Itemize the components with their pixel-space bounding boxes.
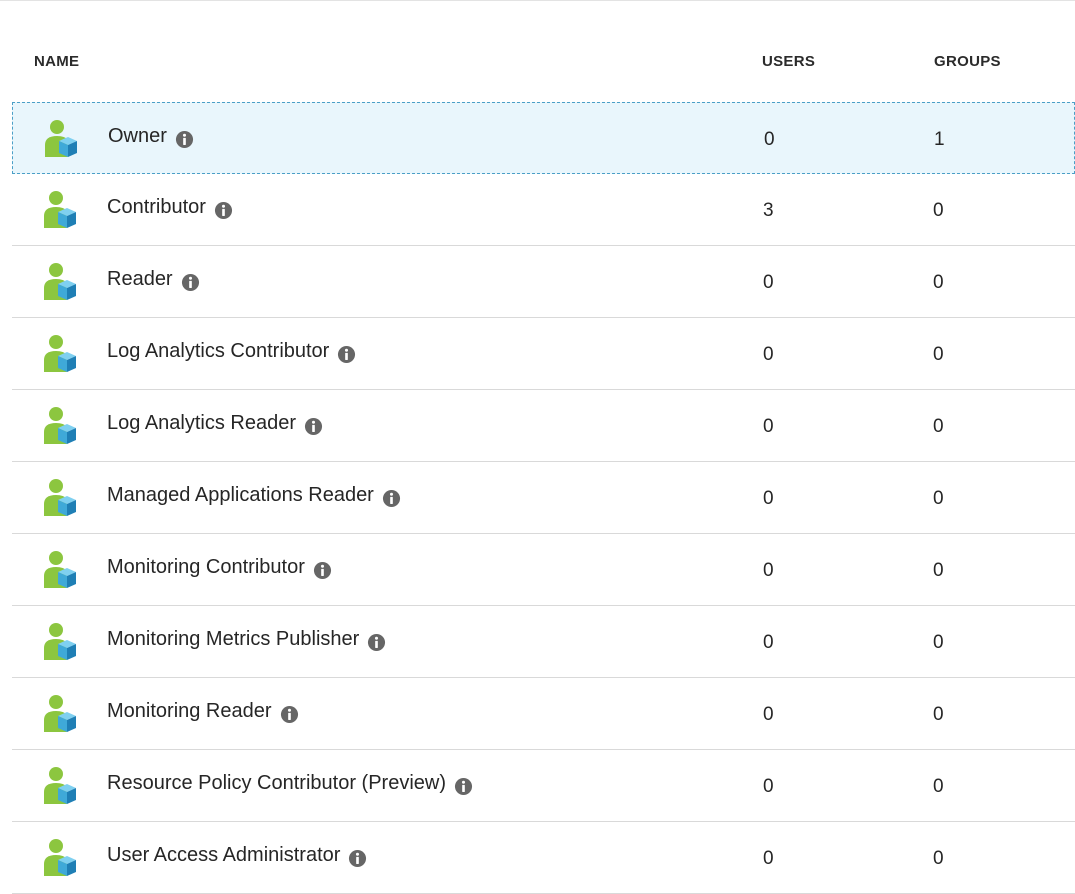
column-header-groups[interactable]: GROUPS: [934, 53, 1001, 70]
role-name: Monitoring Contributor: [107, 556, 305, 578]
role-user-cube-icon: [44, 839, 76, 876]
role-user-cube-icon: [44, 767, 76, 804]
role-user-cube-icon: [45, 120, 77, 157]
role-name-cell: Reader: [107, 268, 200, 292]
role-name-cell: Log Analytics Contributor: [107, 340, 356, 364]
role-user-cube-icon: [44, 191, 76, 228]
role-user-cube-icon: [44, 479, 76, 516]
users-count: 0: [763, 560, 774, 581]
column-header-users[interactable]: USERS: [762, 53, 815, 70]
users-count: 0: [764, 129, 775, 150]
groups-count: 1: [934, 129, 945, 150]
table-row[interactable]: Monitoring Contributor 0 0: [12, 534, 1075, 606]
groups-count: 0: [933, 632, 944, 653]
role-user-cube-icon: [44, 335, 76, 372]
users-count: 0: [763, 704, 774, 725]
role-name-cell: Contributor: [107, 196, 233, 220]
table-row[interactable]: Resource Policy Contributor (Preview) 0 …: [12, 750, 1075, 822]
groups-count: 0: [933, 776, 944, 797]
users-count: 0: [763, 848, 774, 869]
role-name: Log Analytics Reader: [107, 412, 297, 434]
role-user-cube-icon: [44, 407, 76, 444]
role-name-cell: User Access Administrator: [107, 844, 367, 868]
groups-count: 0: [933, 416, 944, 437]
role-name: Owner: [108, 125, 167, 147]
column-header-name[interactable]: NAME: [34, 53, 79, 70]
info-icon[interactable]: [181, 273, 200, 292]
table-row[interactable]: Owner 0 1: [12, 102, 1075, 174]
role-name-cell: Owner: [108, 125, 194, 149]
role-name: Managed Applications Reader: [107, 484, 374, 506]
info-icon[interactable]: [337, 345, 356, 364]
info-icon[interactable]: [367, 633, 386, 652]
info-icon[interactable]: [313, 561, 332, 580]
role-name: Resource Policy Contributor (Preview): [107, 772, 447, 794]
table-row[interactable]: Monitoring Reader 0 0: [12, 678, 1075, 750]
info-icon[interactable]: [280, 705, 299, 724]
users-count: 0: [763, 488, 774, 509]
role-user-cube-icon: [44, 623, 76, 660]
table-row[interactable]: Reader 0 0: [12, 246, 1075, 318]
groups-count: 0: [933, 848, 944, 869]
role-name-cell: Log Analytics Reader: [107, 412, 323, 436]
table-row[interactable]: Log Analytics Contributor 0 0: [12, 318, 1075, 390]
role-name-cell: Managed Applications Reader: [107, 484, 401, 508]
info-icon[interactable]: [175, 130, 194, 149]
table-body: Owner 0 1 Contributor 3 0 Reader 0 0 Log…: [12, 102, 1075, 894]
role-name: Monitoring Metrics Publisher: [107, 628, 360, 650]
groups-count: 0: [933, 488, 944, 509]
users-count: 0: [763, 632, 774, 653]
role-user-cube-icon: [44, 263, 76, 300]
top-divider: [0, 0, 1075, 1]
role-name-cell: Monitoring Metrics Publisher: [107, 628, 386, 652]
table-row[interactable]: User Access Administrator 0 0: [12, 822, 1075, 894]
users-count: 3: [763, 200, 774, 221]
groups-count: 0: [933, 344, 944, 365]
role-name-cell: Monitoring Reader: [107, 700, 299, 724]
table-header: NAME USERS GROUPS: [12, 36, 1075, 102]
role-name: Log Analytics Contributor: [107, 340, 330, 362]
role-name-cell: Resource Policy Contributor (Preview): [107, 772, 473, 796]
table-row[interactable]: Log Analytics Reader 0 0: [12, 390, 1075, 462]
users-count: 0: [763, 416, 774, 437]
table-row[interactable]: Monitoring Metrics Publisher 0 0: [12, 606, 1075, 678]
info-icon[interactable]: [348, 849, 367, 868]
table-row[interactable]: Contributor 3 0: [12, 174, 1075, 246]
info-icon[interactable]: [214, 201, 233, 220]
groups-count: 0: [933, 272, 944, 293]
info-icon[interactable]: [382, 489, 401, 508]
role-user-cube-icon: [44, 551, 76, 588]
role-name: User Access Administrator: [107, 844, 341, 866]
role-user-cube-icon: [44, 695, 76, 732]
info-icon[interactable]: [454, 777, 473, 796]
table-row[interactable]: Managed Applications Reader 0 0: [12, 462, 1075, 534]
users-count: 0: [763, 272, 774, 293]
roles-table: NAME USERS GROUPS Owner 0 1 Contributor …: [12, 36, 1075, 894]
groups-count: 0: [933, 200, 944, 221]
role-name: Reader: [107, 268, 173, 290]
role-name-cell: Monitoring Contributor: [107, 556, 332, 580]
info-icon[interactable]: [304, 417, 323, 436]
groups-count: 0: [933, 560, 944, 581]
users-count: 0: [763, 344, 774, 365]
role-name: Monitoring Reader: [107, 700, 272, 722]
groups-count: 0: [933, 704, 944, 725]
role-name: Contributor: [107, 196, 206, 218]
users-count: 0: [763, 776, 774, 797]
